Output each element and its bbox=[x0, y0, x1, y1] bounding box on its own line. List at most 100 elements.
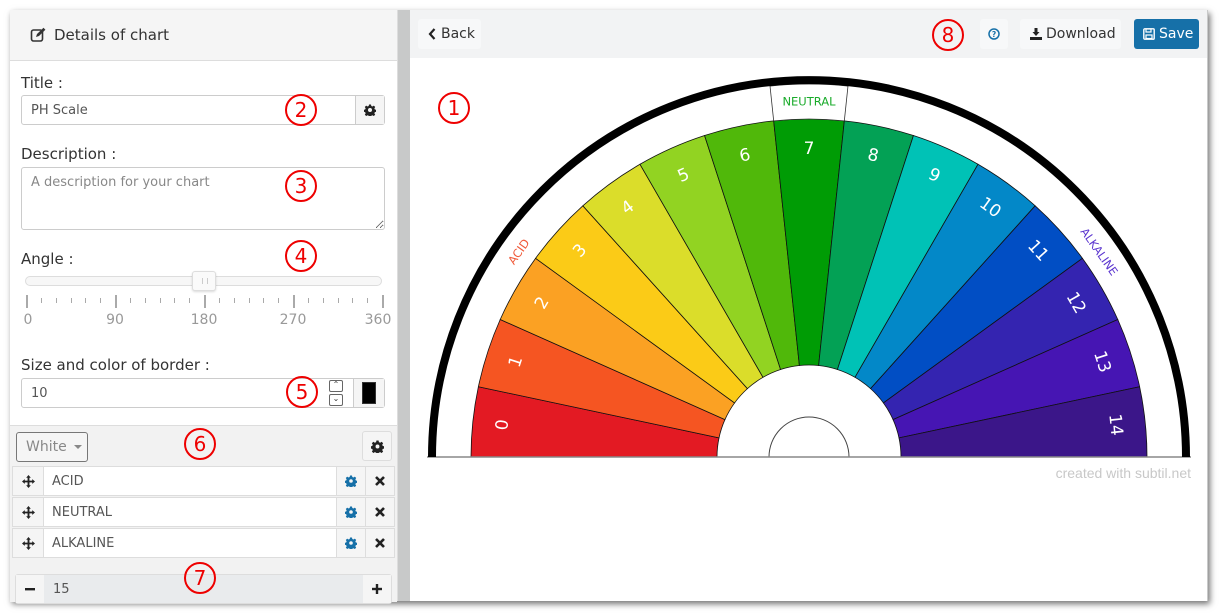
angle-tick-label: 90 bbox=[106, 312, 124, 328]
border-size-input[interactable] bbox=[22, 379, 329, 407]
angle-tick-label: 360 bbox=[364, 312, 392, 328]
major-tick bbox=[26, 295, 28, 308]
major-tick bbox=[382, 295, 384, 308]
minor-tick bbox=[85, 298, 87, 303]
annotation-badge: 1 bbox=[438, 92, 470, 124]
minor-tick bbox=[218, 298, 220, 303]
title-label: Title : bbox=[21, 74, 63, 92]
title-settings-button[interactable] bbox=[355, 96, 384, 124]
increment-button[interactable] bbox=[363, 575, 391, 603]
series-name-input[interactable]: NEUTRAL bbox=[43, 498, 337, 526]
annotation-badge: 4 bbox=[285, 240, 317, 272]
title-input-group bbox=[21, 95, 385, 125]
series-row: NEUTRAL bbox=[12, 497, 395, 527]
spin-up-button[interactable]: ⌃ bbox=[329, 380, 343, 392]
minor-tick bbox=[278, 298, 280, 303]
angle-tick-label: 270 bbox=[279, 312, 307, 328]
chart-details-panel: Details of chart Title : Description : A… bbox=[10, 10, 398, 604]
annotation-badge: 2 bbox=[285, 94, 317, 126]
remove-series-button[interactable] bbox=[366, 467, 394, 495]
series-row: ALKALINE bbox=[12, 528, 395, 558]
minor-tick bbox=[55, 298, 57, 303]
remove-series-button[interactable] bbox=[366, 529, 394, 557]
series-name-input[interactable]: ALKALINE bbox=[43, 529, 337, 557]
minor-tick bbox=[307, 298, 309, 303]
annotation-badge: 3 bbox=[285, 170, 317, 202]
angle-tick-label: 180 bbox=[190, 312, 218, 328]
series-color-settings-button[interactable] bbox=[337, 498, 366, 526]
series-color-settings-button[interactable] bbox=[337, 467, 366, 495]
series-name-input[interactable]: ACID bbox=[43, 467, 337, 495]
annotation-badge: 7 bbox=[184, 562, 216, 594]
gear-icon bbox=[345, 537, 357, 549]
group-label-neutral: NEUTRAL bbox=[782, 95, 836, 109]
move-icon bbox=[21, 505, 35, 519]
move-icon bbox=[21, 536, 35, 550]
remove-series-button[interactable] bbox=[366, 498, 394, 526]
move-icon bbox=[21, 474, 35, 488]
major-tick bbox=[293, 295, 295, 308]
ph-segment-label: 14 bbox=[1104, 413, 1126, 437]
major-tick bbox=[204, 295, 206, 308]
major-tick bbox=[115, 295, 117, 308]
minor-tick bbox=[129, 298, 131, 303]
border-color-swatch bbox=[362, 382, 376, 404]
close-icon bbox=[375, 507, 385, 517]
ph-gauge-chart: 0123456 7 891011121314ACIDNEUTRALALKALINE bbox=[427, 76, 1191, 458]
edit-icon bbox=[30, 27, 46, 42]
annotation-badge: 6 bbox=[184, 428, 216, 460]
series-color-settings-button[interactable] bbox=[337, 529, 366, 557]
panel-title: Details of chart bbox=[54, 26, 169, 44]
angle-slider-handle[interactable] bbox=[192, 271, 216, 291]
annotation-badge: 5 bbox=[286, 376, 318, 408]
ph-segment-label: 7 bbox=[804, 139, 815, 159]
caret-down-icon bbox=[73, 445, 82, 449]
annotation-badge: 8 bbox=[932, 19, 964, 51]
drag-handle[interactable] bbox=[13, 498, 43, 526]
gear-icon bbox=[345, 506, 357, 518]
description-label: Description : bbox=[21, 145, 117, 163]
group-label-acid: ACID bbox=[505, 236, 533, 267]
minor-tick bbox=[70, 298, 72, 303]
gear-icon bbox=[364, 104, 376, 116]
watermark: created with subtil.net bbox=[1055, 465, 1191, 481]
ph-segment-label: 0 bbox=[492, 418, 513, 431]
series-row: ACID bbox=[12, 466, 395, 496]
minor-tick bbox=[174, 298, 176, 303]
minor-tick bbox=[322, 298, 324, 303]
minor-tick bbox=[352, 298, 354, 303]
spin-down-button[interactable]: ⌄ bbox=[329, 394, 343, 406]
minor-tick bbox=[263, 298, 265, 303]
description-textarea[interactable] bbox=[21, 167, 385, 230]
minor-tick bbox=[233, 298, 235, 303]
background-select-value: White bbox=[26, 439, 67, 455]
border-color-picker[interactable] bbox=[353, 379, 384, 407]
minor-tick bbox=[159, 298, 161, 303]
border-input-group: ⌃ ⌄ bbox=[21, 378, 385, 408]
plus-icon bbox=[372, 584, 382, 594]
close-icon bbox=[375, 476, 385, 486]
series-settings-button[interactable] bbox=[362, 431, 392, 461]
drag-handle[interactable] bbox=[13, 529, 43, 557]
minor-tick bbox=[40, 298, 42, 303]
border-size-spinner[interactable]: ⌃ ⌄ bbox=[329, 379, 343, 407]
gear-icon bbox=[345, 475, 357, 487]
drag-handle[interactable] bbox=[13, 467, 43, 495]
close-icon bbox=[375, 538, 385, 548]
center-hole bbox=[768, 416, 850, 458]
gear-icon bbox=[370, 440, 384, 453]
minor-tick bbox=[144, 298, 146, 303]
minus-icon bbox=[25, 588, 35, 591]
minor-tick bbox=[189, 298, 191, 303]
minor-tick bbox=[337, 298, 339, 303]
chart-preview-area: Back ? Download Save 0 1 2 3 4 5 6 7 8 9 10 11 12 13 1… bbox=[410, 10, 1207, 601]
panel-header: Details of chart bbox=[10, 10, 397, 61]
angle-label: Angle : bbox=[21, 250, 74, 268]
minor-tick bbox=[100, 298, 102, 303]
background-select[interactable]: White bbox=[16, 432, 88, 462]
minor-tick bbox=[367, 298, 369, 303]
border-label: Size and color of border : bbox=[21, 356, 210, 374]
decrement-button[interactable] bbox=[16, 575, 44, 603]
minor-tick bbox=[248, 298, 250, 303]
angle-tick-label: 0 bbox=[23, 312, 33, 328]
